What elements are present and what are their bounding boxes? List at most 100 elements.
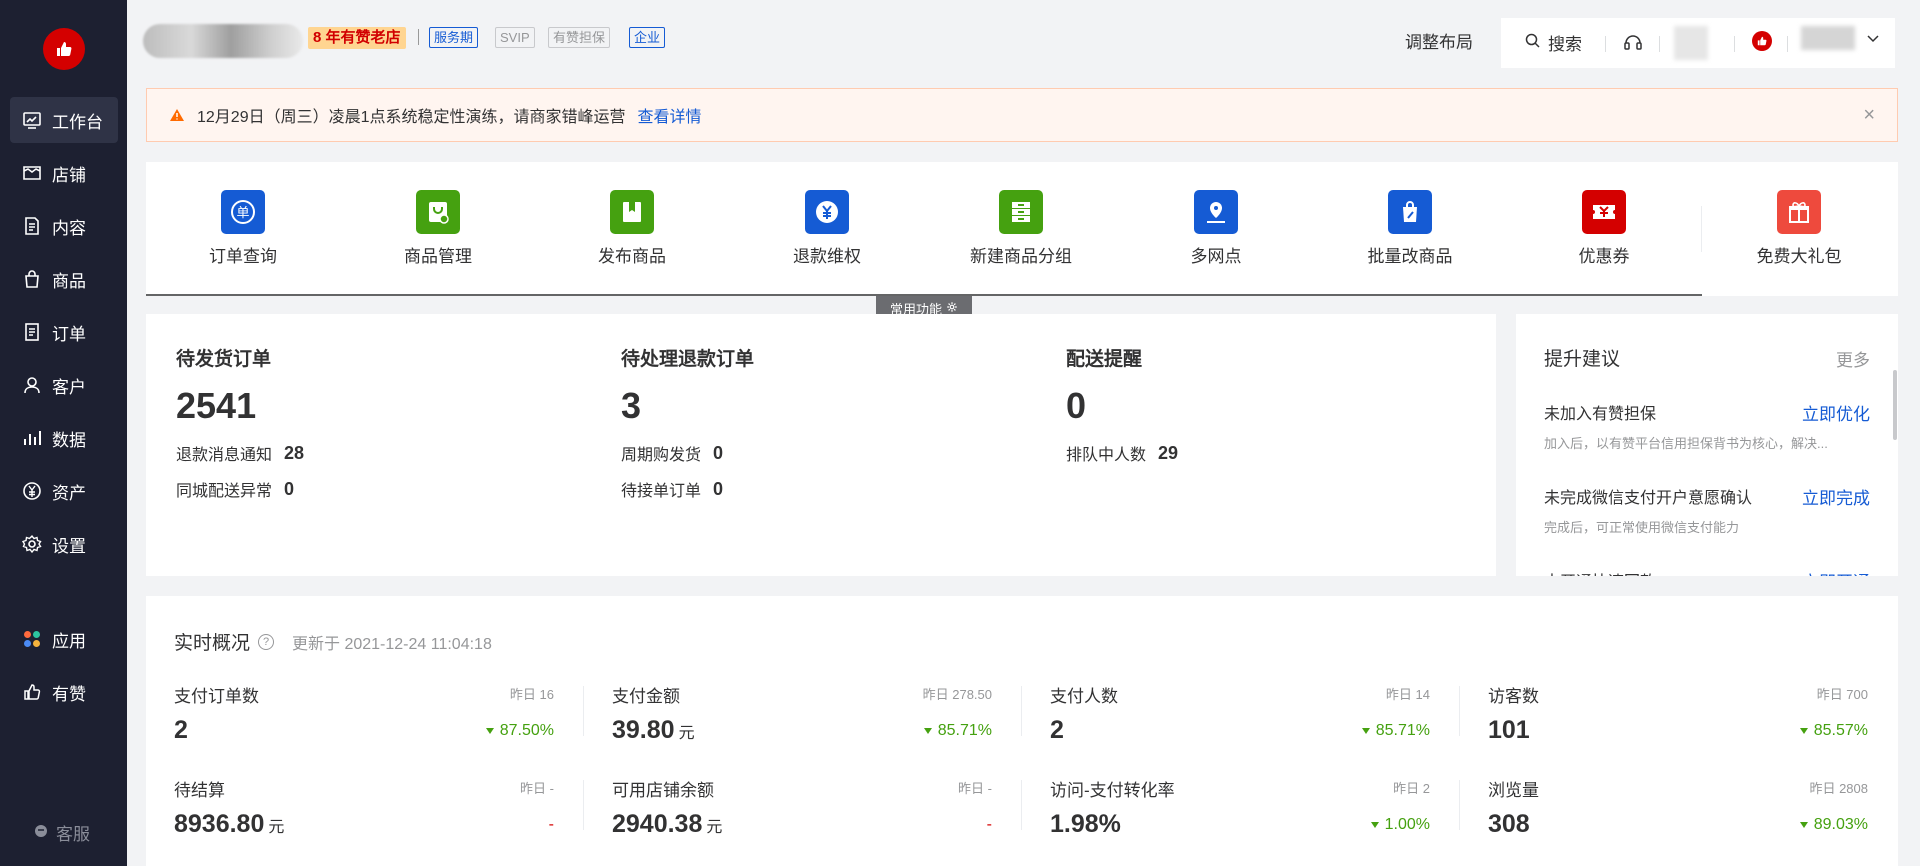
sidebar-item-workbench[interactable]: 工作台 [10, 97, 118, 143]
divider [583, 686, 584, 736]
order-row-label: 排队中人数 [1066, 447, 1147, 464]
shortcut-refund[interactable]: 退款维权 [747, 190, 907, 267]
tag-enterprise[interactable]: 企业 [629, 27, 666, 48]
suggestion-title: 提升建议 [1544, 349, 1621, 370]
sidebar-item-order[interactable]: 订单 [10, 309, 118, 355]
shortcut-publish-goods[interactable]: 发布商品 [552, 190, 712, 267]
metric-value: 2 [174, 716, 192, 745]
headset-icon[interactable] [1622, 31, 1644, 53]
search-button[interactable]: 搜索 [1525, 30, 1582, 55]
metric-change-value: 85.71% [1375, 722, 1430, 739]
order-col-title: 待处理退款订单 [621, 349, 755, 370]
metric-change-value: - [986, 816, 992, 833]
metric-page-views[interactable]: 浏览量 昨日 2808 308 89.03% [1488, 776, 1868, 846]
notice-detail-link[interactable]: 查看详情 [638, 103, 702, 127]
avatar-blurred[interactable] [1674, 26, 1708, 60]
metric-pay-amount[interactable]: 支付金额 昨日 278.50 39.80 元 85.71% [612, 682, 992, 752]
suggestion-item: 未加入有赞担保 立即优化 加入后，以有赞平台信用担保背书为核心，解决... [1544, 400, 1870, 452]
order-row[interactable]: 周期购发货 0 [621, 441, 754, 465]
thumb-up-icon [22, 682, 42, 702]
sidebar-item-settings[interactable]: 设置 [10, 521, 118, 567]
youzan-logo-icon[interactable] [43, 28, 85, 70]
suggestion-item-title: 未完成微信支付开户意愿确认 [1544, 490, 1753, 507]
sidebar-item-data[interactable]: 数据 [10, 415, 118, 461]
adjust-layout-button[interactable]: 调整布局 [1405, 28, 1473, 53]
svg-text:单: 单 [236, 206, 249, 221]
customer-service-label: 客服 [56, 825, 90, 844]
suggestion-more-link[interactable]: 更多 [1836, 346, 1870, 371]
metric-value: 2 [1050, 716, 1068, 745]
tag-service-period[interactable]: 服务期 [429, 27, 479, 48]
old-shop-badge: 8 年有赞老店 [308, 27, 406, 49]
shortcut-label: 发布商品 [598, 247, 666, 266]
shortcut-gift-pack[interactable]: 免费大礼包 [1719, 190, 1879, 267]
metric-pay-users[interactable]: 支付人数 昨日 14 2 85.71% [1050, 682, 1430, 752]
order-row[interactable]: 退款消息通知 28 [176, 441, 304, 465]
metric-change-value: 85.57% [1813, 722, 1868, 739]
order-row[interactable]: 待接单订单 0 [621, 477, 754, 501]
chevron-down-icon[interactable] [1865, 30, 1881, 46]
shortcut-batch-edit[interactable]: 批量改商品 [1330, 190, 1490, 267]
metric-yesterday: 昨日 16 [509, 687, 554, 702]
username-blurred[interactable] [1801, 26, 1855, 50]
order-row-value: 29 [1158, 442, 1179, 463]
metric-yesterday: 昨日 278.50 [922, 687, 992, 702]
sidebar-item-customer[interactable]: 客户 [10, 362, 118, 408]
close-icon[interactable]: × [1863, 104, 1875, 127]
customer-service-button[interactable]: 客服 [34, 820, 90, 845]
shortcut-label: 免费大礼包 [1756, 247, 1842, 266]
sidebar-item-apps[interactable]: 应用 [10, 616, 118, 662]
shop-name-blurred[interactable] [143, 24, 303, 58]
shortcut-panel: 单 订单查询 商品管理 发布商品 退款维权 新建商品分组 多网点 批量改商品 优… [146, 162, 1898, 296]
youzan-small-logo-icon[interactable] [1752, 31, 1772, 51]
divider [418, 29, 419, 45]
suggestion-item: 未开通快速回款 立即开通 [1544, 568, 1870, 576]
customer-icon [22, 375, 42, 395]
scrollbar[interactable] [1893, 370, 1897, 440]
order-col-value[interactable]: 3 [621, 385, 754, 427]
order-col-value[interactable]: 0 [1066, 385, 1178, 427]
metric-yesterday: 昨日 - [520, 781, 554, 796]
metric-conversion-rate[interactable]: 访问-支付转化率 昨日 2 1.98% 1.00% [1050, 776, 1430, 846]
metric-change: 85.71% [1361, 722, 1430, 740]
batch-edit-icon [1388, 190, 1432, 234]
sidebar-item-goods[interactable]: 商品 [10, 256, 118, 302]
shortcut-coupon[interactable]: 优惠券 [1524, 190, 1684, 267]
order-row[interactable]: 排队中人数 29 [1066, 441, 1178, 465]
order-row[interactable]: 同城配送异常 0 [176, 477, 304, 501]
sidebar-item-asset[interactable]: 资产 [10, 468, 118, 514]
sidebar-item-shop[interactable]: 店铺 [10, 150, 118, 196]
help-icon[interactable]: ? [258, 633, 275, 650]
metric-number: 2940.38 [612, 810, 703, 838]
metric-change-value: 87.50% [499, 722, 554, 739]
metric-pay-orders[interactable]: 支付订单数 昨日 16 2 87.50% [174, 682, 554, 752]
new-group-icon [999, 190, 1043, 234]
top-header: 8 年有赞老店 服务期 SVIP 有赞担保 企业 调整布局 搜索 [127, 0, 1920, 80]
order-col-title: 待发货订单 [176, 349, 272, 370]
metric-visitors[interactable]: 访客数 昨日 700 101 85.57% [1488, 682, 1868, 752]
header-tools: 搜索 [1501, 18, 1895, 68]
tag-svip[interactable]: SVIP [495, 27, 535, 48]
metric-shop-balance[interactable]: 可用店铺余额 昨日 - 2940.38 元 - [612, 776, 992, 846]
tag-guarantee[interactable]: 有赞担保 [548, 27, 611, 48]
order-icon [22, 322, 42, 342]
suggestion-action-link[interactable]: 立即优化 [1802, 400, 1870, 425]
workbench-icon [22, 110, 42, 130]
suggestion-item-title: 未加入有赞担保 [1544, 406, 1657, 423]
order-col-value[interactable]: 2541 [176, 385, 304, 427]
shortcut-new-group[interactable]: 新建商品分组 [941, 190, 1101, 267]
suggestion-action-link[interactable]: 立即完成 [1802, 484, 1870, 509]
shortcut-label: 优惠券 [1578, 247, 1630, 266]
sidebar-item-content[interactable]: 内容 [10, 203, 118, 249]
order-query-icon: 单 [221, 190, 265, 234]
shortcut-multi-store[interactable]: 多网点 [1136, 190, 1296, 267]
suggestion-action-link[interactable]: 立即开通 [1802, 568, 1870, 576]
metric-pending-settlement[interactable]: 待结算 昨日 - 8936.80 元 - [174, 776, 554, 846]
sidebar-item-label: 订单 [52, 324, 86, 344]
shortcut-order-query[interactable]: 单 订单查询 [163, 190, 323, 267]
sidebar-item-youzan[interactable]: 有赞 [10, 669, 118, 715]
goods-icon [22, 269, 42, 289]
metric-name: 浏览量 [1488, 781, 1539, 800]
shortcut-label: 批量改商品 [1367, 247, 1453, 266]
shortcut-goods-manage[interactable]: 商品管理 [358, 190, 518, 267]
